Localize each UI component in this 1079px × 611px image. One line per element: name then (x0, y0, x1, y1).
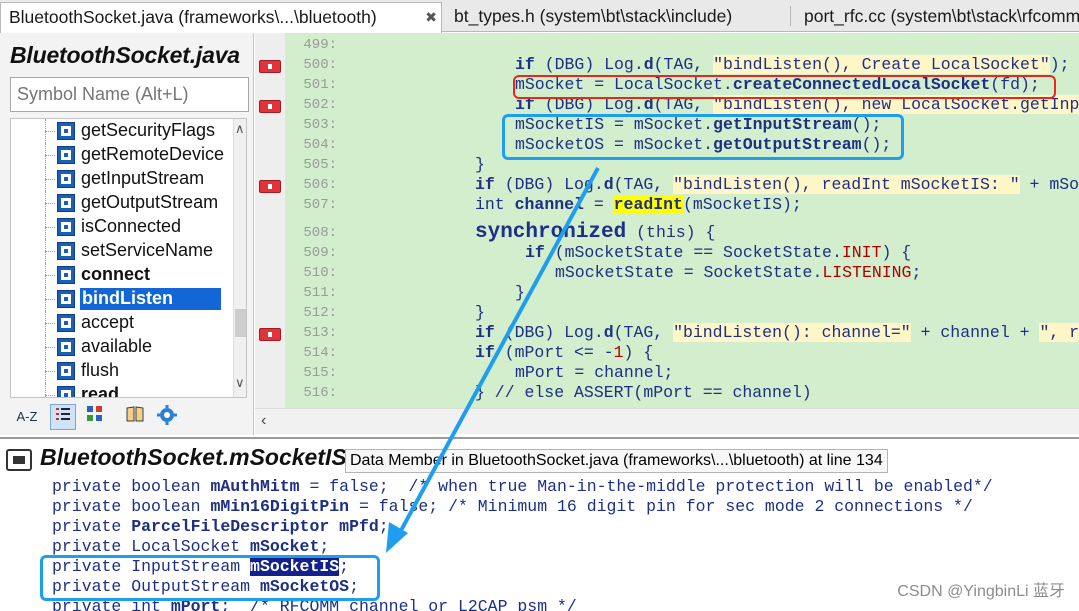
watermark: CSDN @YingbinLi 蓝牙 (897, 583, 1065, 600)
annotation-arrow (386, 167, 600, 553)
